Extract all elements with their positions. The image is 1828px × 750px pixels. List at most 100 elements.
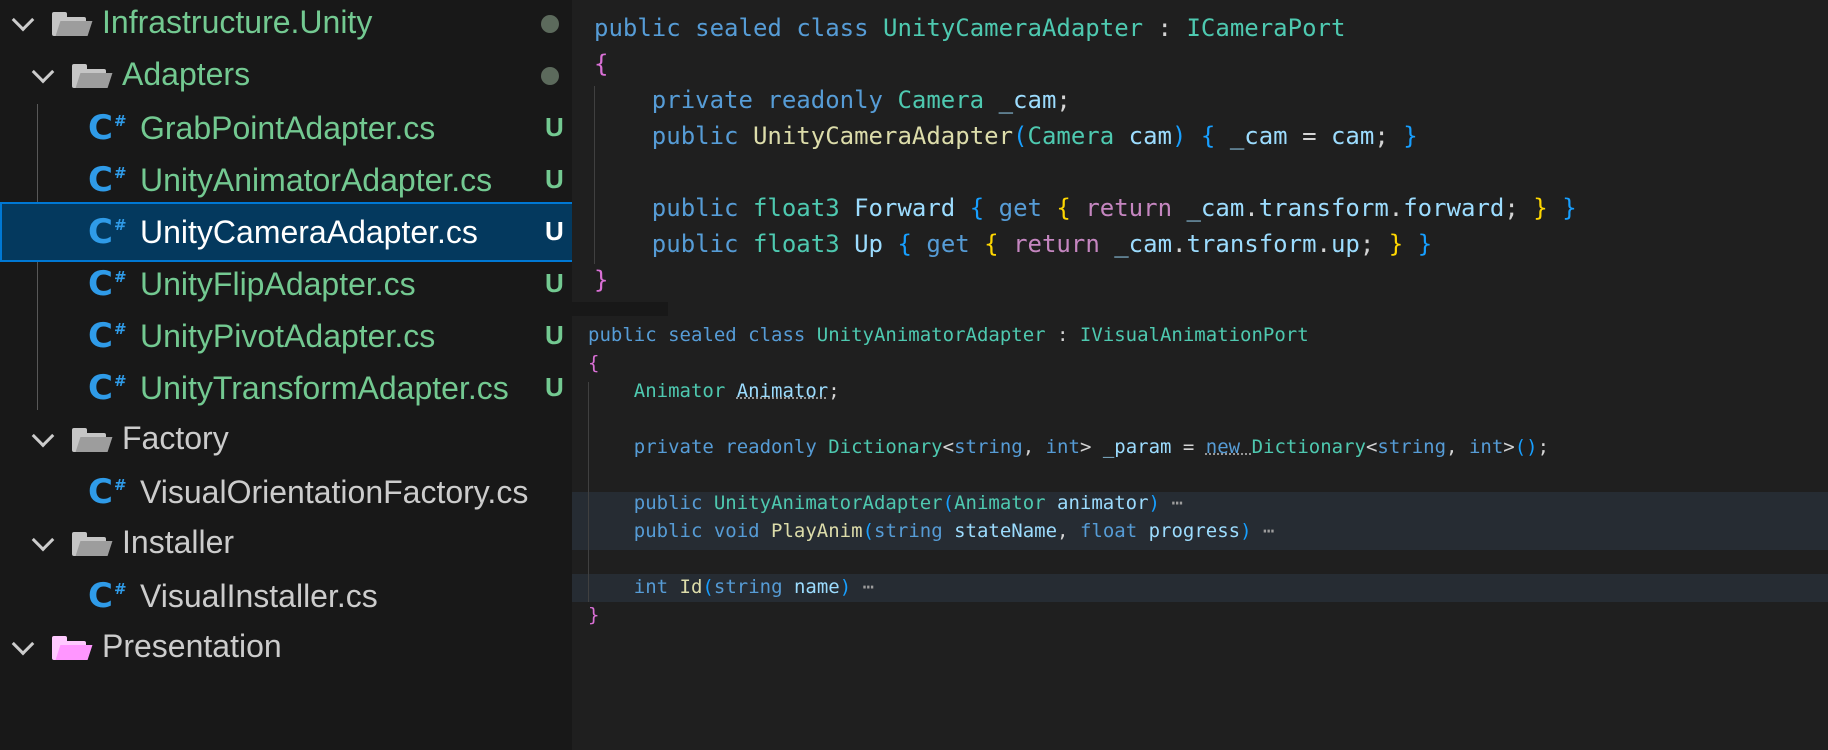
folder-open-icon: [52, 636, 93, 660]
tree-label: Installer: [122, 524, 235, 560]
untracked-badge: U: [545, 372, 564, 402]
code-token: name: [793, 576, 840, 598]
code-token: .: [1388, 194, 1404, 222]
code-token: public: [633, 520, 714, 542]
code-token: cam: [1330, 122, 1375, 150]
modified-dot-indicator: [541, 67, 559, 85]
code-token: {: [984, 230, 999, 258]
file-unityanimatoradapter-cs[interactable]: C # UnityAnimatorAdapter.cs U: [0, 150, 668, 210]
code-token: {: [594, 50, 609, 78]
code-token: ,: [1022, 436, 1046, 458]
code-token: Animator: [736, 380, 829, 402]
code-token: ): [1148, 492, 1160, 514]
code-token: cam: [1128, 122, 1173, 150]
untracked-badge: U: [545, 164, 564, 194]
csharp-file-icon: C #: [88, 212, 127, 252]
code-token: IVisualAnimationPort: [1079, 324, 1309, 346]
editor-unity-camera-adapter[interactable]: public sealed class UnityCameraAdapter :…: [572, 0, 1828, 302]
tree-label: UnityCameraAdapter.cs: [140, 214, 478, 250]
code-token: class: [748, 324, 817, 346]
untracked-badge: U: [545, 268, 564, 298]
code-token: public: [588, 324, 669, 346]
folded-region-ellipsis[interactable]: ⋯: [1252, 520, 1274, 542]
chevron-down-icon[interactable]: [8, 9, 38, 39]
chevron-down-icon[interactable]: [8, 633, 38, 663]
code-token: {: [897, 230, 912, 258]
folder-factory[interactable]: Factory: [0, 410, 668, 470]
explorer-tree: Infrastructure.Unity Adapters C # GrabPointA…: [0, 0, 668, 750]
code-token: :: [1143, 14, 1187, 42]
folded-region-ellipsis[interactable]: ⋯: [851, 576, 874, 598]
code-token: void: [713, 520, 772, 542]
file-visualorientationfactory-cs[interactable]: C # VisualOrientationFactory.cs: [0, 462, 668, 522]
file-unityflipadapter-cs[interactable]: C # UnityFlipAdapter.cs U: [0, 254, 668, 314]
code-token: _cam: [1114, 230, 1173, 258]
code-token: }: [588, 604, 600, 626]
tree-label: UnityPivotAdapter.cs: [140, 318, 436, 354]
code-token: ): [1172, 122, 1187, 150]
code-token: ,: [1446, 436, 1469, 458]
code-token: =: [1171, 436, 1206, 458]
code-token: UnityCameraAdapter: [883, 14, 1144, 42]
code-token: >: [1079, 436, 1103, 458]
csharp-file-icon: C #: [88, 576, 127, 616]
code-token: }: [1403, 122, 1418, 150]
code-token: :: [1045, 324, 1080, 346]
file-unitytransformadapter-cs[interactable]: C # UnityTransformAdapter.cs U: [0, 358, 668, 418]
code-token: UnityAnimatorAdapter: [816, 324, 1046, 346]
chevron-down-icon[interactable]: [28, 529, 58, 559]
csharp-file-icon: C #: [88, 264, 127, 304]
tree-label: VisualInstaller.cs: [140, 578, 378, 614]
editor-unity-animator-adapter[interactable]: public sealed class UnityAnimatorAdapter…: [572, 316, 1828, 750]
code-token: class: [796, 14, 884, 42]
folder-open-icon: [72, 64, 113, 88]
chevron-down-icon[interactable]: [28, 61, 58, 91]
code-token: Up: [854, 230, 884, 258]
code-line: public float3 Forward { get { return _ca…: [594, 194, 1577, 222]
code-token: string: [1377, 436, 1447, 458]
code-token: Animator: [954, 492, 1058, 514]
code-line: {: [588, 352, 599, 374]
code-token: (: [862, 520, 875, 542]
folder-installer[interactable]: Installer: [0, 514, 668, 574]
code-token: _param: [1102, 436, 1172, 458]
chevron-down-icon[interactable]: [28, 425, 58, 455]
folder-adapters[interactable]: Adapters: [0, 46, 668, 106]
code-token: public: [651, 230, 753, 258]
code-token: get: [998, 194, 1057, 222]
code-line: public UnityCameraAdapter(Camera cam) { …: [594, 122, 1418, 150]
code-token: (: [702, 576, 714, 598]
code-token: readonly: [767, 86, 898, 114]
folder-open-icon: [72, 428, 113, 452]
file-unitypivotadapter-cs[interactable]: C # UnityPivotAdapter.cs U: [0, 306, 668, 366]
code-token: >: [1503, 436, 1515, 458]
csharp-file-icon: C #: [88, 108, 127, 148]
code-token: forward: [1403, 194, 1505, 222]
code-token: ;: [1504, 194, 1534, 222]
code-line: public sealed class UnityAnimatorAdapter…: [588, 324, 1309, 346]
file-grabpointadapter-cs[interactable]: C # GrabPointAdapter.cs U: [0, 98, 668, 158]
folder-presentation[interactable]: Presentation: [0, 618, 668, 678]
code-token: string: [954, 436, 1023, 458]
code-token: _cam: [1186, 194, 1245, 222]
file-visualinstaller-cs[interactable]: C # VisualInstaller.cs: [0, 566, 668, 626]
code-token: {: [1200, 122, 1216, 150]
code-token: PlayAnim: [771, 520, 863, 542]
code-line: }: [588, 604, 599, 626]
code-token: string: [713, 576, 794, 598]
file-unitycameraadapter-cs[interactable]: C # UnityCameraAdapter.cs U: [0, 202, 668, 262]
code-token: public: [651, 194, 753, 222]
code-token: Forward: [854, 194, 956, 222]
code-token: Id: [679, 576, 703, 598]
code-token: int: [633, 576, 680, 598]
code-line: int Id(string name) ⋯: [588, 576, 874, 598]
folded-region-ellipsis[interactable]: ⋯: [1160, 492, 1182, 514]
